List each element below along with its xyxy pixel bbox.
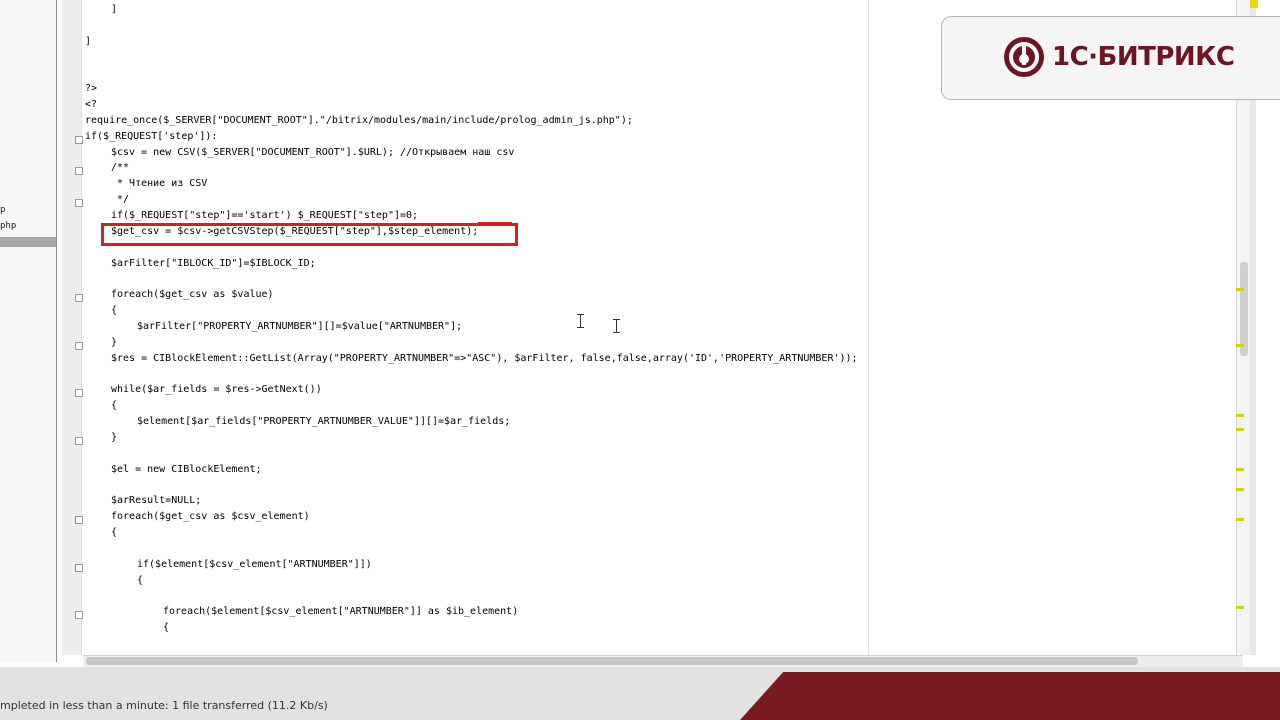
code-line[interactable]: $res = CIBlockElement::GetList(Array("PR…	[111, 352, 858, 365]
fold-toggle-icon[interactable]	[75, 611, 83, 619]
code-line[interactable]: }	[111, 336, 117, 349]
fold-toggle-icon[interactable]	[75, 167, 83, 175]
horizontal-scroll-thumb[interactable]	[86, 657, 1138, 665]
status-accent-band	[740, 672, 1280, 720]
project-tree-panel[interactable]: p php	[0, 0, 57, 662]
code-line[interactable]: {	[111, 304, 117, 317]
code-line[interactable]: if($element[$csv_element["ARTNUMBER"]])	[137, 558, 372, 571]
bitrix-logo-text: 1С·БИТРИКС	[1052, 42, 1235, 72]
status-indicator-icon[interactable]	[1250, 0, 1258, 8]
warning-marker[interactable]	[1236, 518, 1244, 521]
mouse-ibeam-icon	[613, 319, 620, 333]
right-margin-guide	[868, 0, 869, 655]
code-line[interactable]: {	[137, 574, 143, 587]
fold-toggle-icon[interactable]	[75, 342, 83, 350]
code-line[interactable]: {	[111, 399, 117, 412]
warning-marker[interactable]	[1236, 288, 1244, 291]
warning-marker[interactable]	[1236, 488, 1244, 491]
text-cursor-icon	[577, 314, 584, 328]
fold-toggle-icon[interactable]	[75, 199, 83, 207]
code-line[interactable]: if($_REQUEST['step']):	[85, 130, 217, 143]
vertical-scroll-thumb[interactable]	[1240, 262, 1248, 356]
fold-toggle-icon[interactable]	[75, 516, 83, 524]
warning-marker[interactable]	[1236, 344, 1244, 347]
code-line[interactable]: if($_REQUEST["step"]=='start') $_REQUEST…	[111, 209, 418, 222]
code-line[interactable]: $arResult=NULL;	[111, 494, 201, 507]
code-line[interactable]: $arFilter["PROPERTY_ARTNUMBER"][]=$value…	[137, 320, 462, 333]
fold-toggle-icon[interactable]	[75, 389, 83, 397]
code-line[interactable]: * Чтение из CSV	[111, 177, 207, 190]
code-line[interactable]: while($ar_fields = $res->GetNext())	[111, 383, 322, 396]
code-line[interactable]: $arFilter["IBLOCK_ID"]=$IBLOCK_ID;	[111, 257, 316, 270]
code-line[interactable]: $element[$ar_fields["PROPERTY_ARTNUMBER_…	[137, 415, 510, 428]
fold-toggle-icon[interactable]	[75, 294, 83, 302]
code-line[interactable]: foreach($get_csv as $csv_element)	[111, 510, 310, 523]
code-line[interactable]: $el = new CIBlockElement;	[111, 463, 262, 476]
fold-toggle-icon[interactable]	[75, 564, 83, 572]
code-line[interactable]: require_once($_SERVER["DOCUMENT_ROOT"]."…	[85, 114, 633, 127]
warning-marker[interactable]	[1236, 606, 1244, 609]
warning-marker[interactable]	[1236, 414, 1244, 417]
code-line[interactable]: }	[111, 431, 117, 444]
highlight-box	[101, 223, 518, 246]
warning-marker[interactable]	[1236, 428, 1244, 431]
code-line[interactable]: foreach($get_csv as $value)	[111, 288, 274, 301]
code-line[interactable]: foreach($element[$csv_element["ARTNUMBER…	[163, 605, 518, 618]
code-line[interactable]: $csv = new CSV($_SERVER["DOCUMENT_ROOT"]…	[111, 146, 514, 159]
project-file-item[interactable]: p	[0, 205, 5, 215]
warning-marker[interactable]	[1236, 468, 1244, 471]
status-message: mpleted in less than a minute: 1 file tr…	[0, 699, 328, 712]
code-line[interactable]: {	[111, 526, 117, 539]
fold-toggle-icon[interactable]	[75, 437, 83, 445]
code-line[interactable]: */	[111, 193, 129, 206]
code-line[interactable]: {	[163, 621, 169, 634]
bitrix-logo-icon	[1004, 37, 1044, 77]
project-file-item-selected[interactable]	[0, 237, 56, 247]
code-line[interactable]: ]	[111, 3, 117, 16]
code-line[interactable]: /**	[111, 161, 129, 174]
code-line[interactable]: <?	[85, 98, 97, 111]
fold-toggle-icon[interactable]	[75, 136, 83, 144]
code-line[interactable]: ?>	[85, 82, 97, 95]
code-line[interactable]: ]	[85, 35, 91, 48]
project-file-item[interactable]: php	[0, 221, 16, 231]
editor-gutter	[62, 0, 82, 655]
